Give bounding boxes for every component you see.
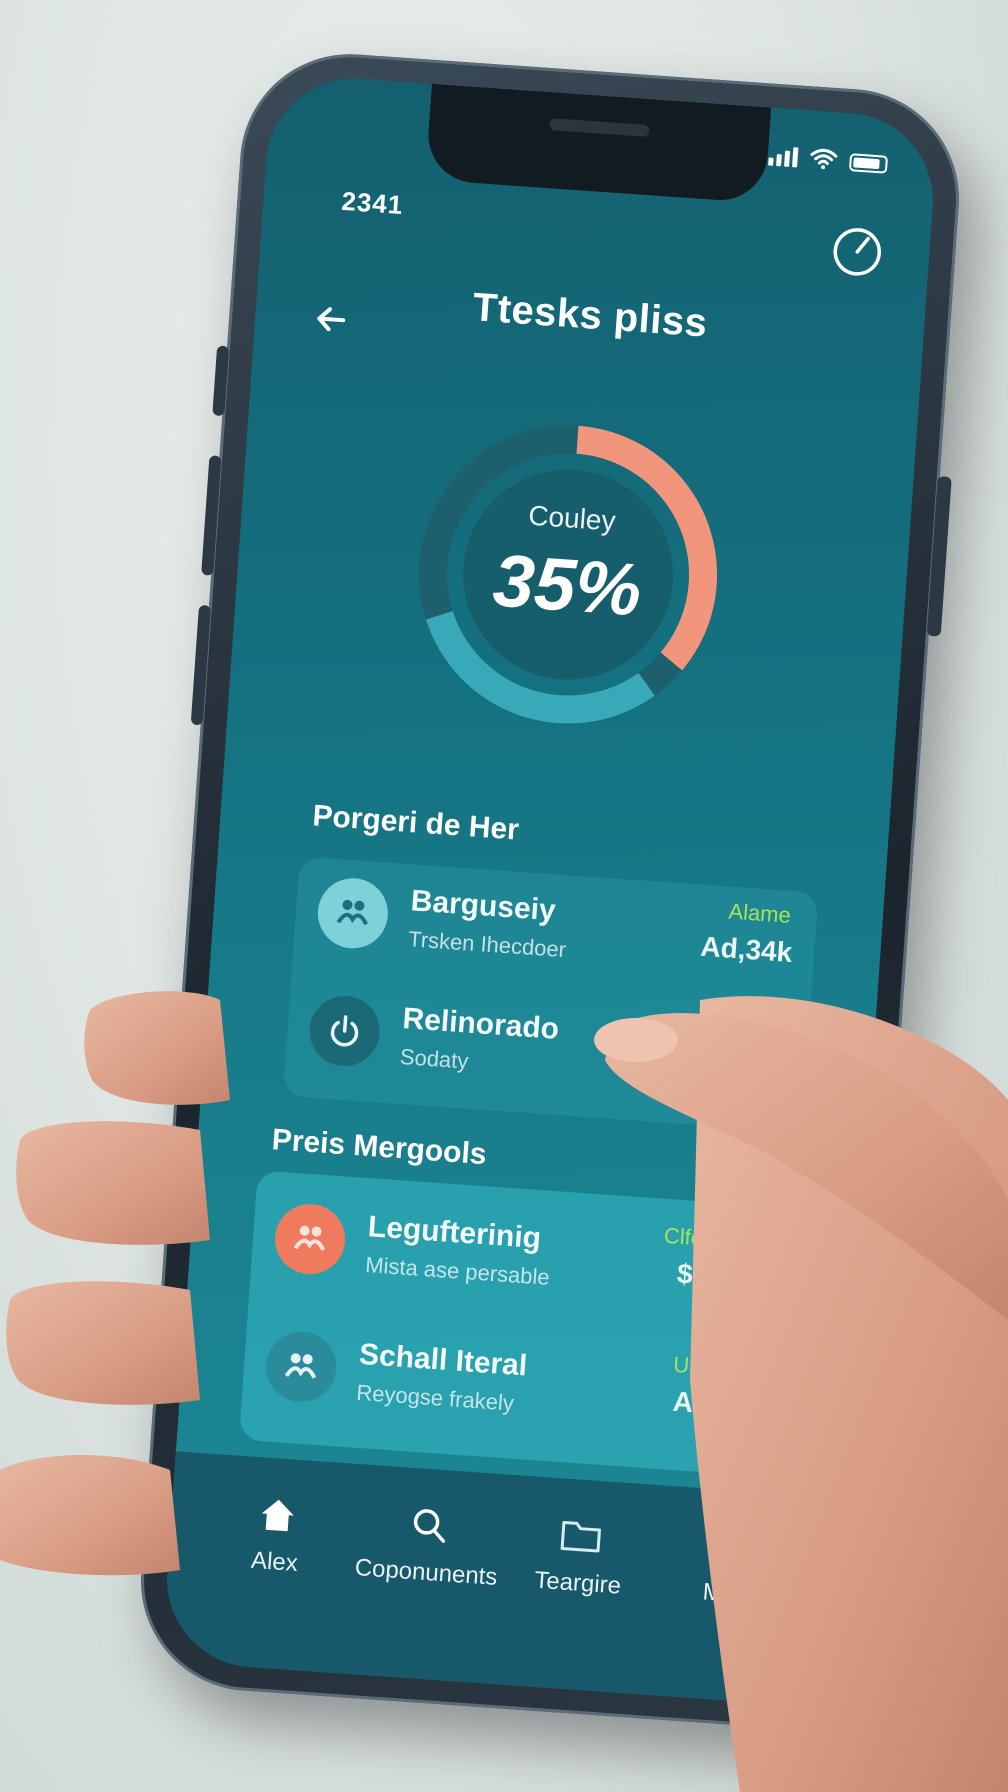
list-item[interactable]: Legufterinig Mista ase persable Clfe gra…	[249, 1182, 785, 1329]
nav-label: Alex	[250, 1546, 299, 1578]
wifi-icon	[810, 148, 838, 170]
list-item-title: Relinorado	[401, 1002, 561, 1046]
nav-item-map[interactable]: Mark	[652, 1522, 804, 1705]
nav-item-folder[interactable]: Teargire	[500, 1511, 652, 1694]
location-pin-icon	[719, 1527, 747, 1565]
progress-donut: Couley 35%	[397, 404, 739, 746]
battery-icon	[848, 153, 889, 174]
nav-item-search[interactable]: Coponunents	[349, 1500, 501, 1683]
nav-label: Coponunents	[353, 1554, 499, 1591]
section-title-1: Porgeri de Her	[311, 799, 520, 847]
people-icon	[272, 1201, 348, 1277]
people-icon	[315, 875, 391, 951]
timer-icon	[833, 228, 882, 276]
list-item-value: $tbhel	[676, 1257, 761, 1295]
page-title: Ttesks pliss	[471, 285, 709, 346]
list-item-tag: Alame	[727, 898, 792, 928]
timer-button[interactable]	[827, 222, 887, 282]
section-card-2: Legufterinig Mista ase persable Clfe gra…	[238, 1170, 787, 1477]
list-item-value: 2.1t	[734, 1051, 786, 1086]
power-icon	[307, 993, 383, 1069]
app-header: Ttesks pliss	[254, 252, 927, 388]
list-item-tag: Clfe graei	[663, 1222, 759, 1255]
nav-label: Mark	[701, 1578, 757, 1610]
list-item-subtitle: Reyogse frakely	[355, 1379, 515, 1416]
status-icons	[768, 144, 889, 174]
folder-icon	[560, 1521, 601, 1553]
list-item-subtitle: Trsken Ihecdoer	[407, 926, 567, 963]
list-item-value: A.7tlb	[671, 1385, 752, 1423]
nav-label: Teargire	[533, 1566, 622, 1600]
progress-center: Couley 35%	[405, 492, 733, 639]
search-icon	[413, 1509, 446, 1543]
status-time: 2341	[340, 185, 405, 221]
nav-item-home[interactable]: Alex	[197, 1490, 349, 1673]
phone: 2341 Ttesks pliss Couley 35% Porgeri de …	[133, 46, 967, 1734]
list-item-tag: Uleman	[672, 1351, 750, 1383]
signal-icon	[768, 145, 799, 168]
app-screen: 2341 Ttesks pliss Couley 35% Porgeri de …	[161, 72, 939, 1708]
home-icon	[261, 1499, 294, 1532]
section-card-1: Barguseiy Trsken Ihecdoer Alame Ad,34k R…	[282, 856, 819, 1133]
list-item-title: Schall Iteral	[357, 1337, 529, 1383]
list-item[interactable]: Schall Iteral Reyogse frakely Uleman A.7…	[240, 1310, 776, 1457]
speaker-grille	[549, 118, 650, 138]
section-title-2: Preis Mergools	[270, 1123, 488, 1172]
list-item-title: Barguseiy	[409, 884, 557, 928]
list-item-value: Ad,34k	[699, 930, 794, 969]
people-icon	[263, 1329, 339, 1405]
list-item-subtitle: Mista ase persable	[364, 1252, 551, 1290]
list-item-subtitle: Sodaty	[399, 1043, 470, 1074]
list-item-title: Legufterinig	[366, 1210, 543, 1256]
